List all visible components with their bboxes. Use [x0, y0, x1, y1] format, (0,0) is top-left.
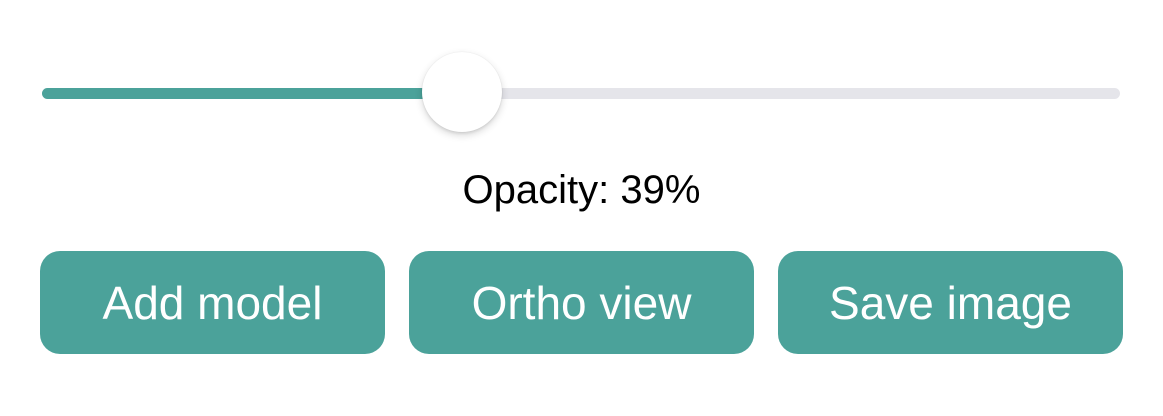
ortho-view-button[interactable]: Ortho view [409, 251, 754, 354]
opacity-label: Opacity: 39% [462, 168, 701, 212]
slider-track[interactable] [42, 88, 1120, 99]
save-image-button[interactable]: Save image [778, 251, 1123, 354]
slider-thumb[interactable] [422, 52, 503, 132]
slider-fill [42, 88, 463, 99]
add-model-button[interactable]: Add model [40, 251, 385, 354]
opacity-slider[interactable] [42, 52, 1120, 132]
controls-panel: Opacity: 39% Add model Ortho view Save i… [0, 0, 1163, 416]
